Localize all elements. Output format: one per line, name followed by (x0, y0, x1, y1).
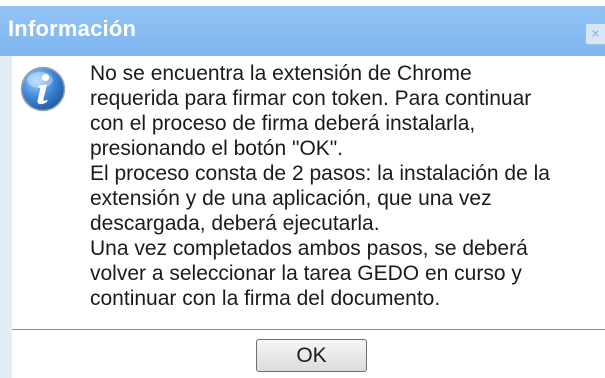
dialog-title: Información (8, 16, 137, 41)
message-line: No se encuentra la extensión de Chrome (90, 62, 472, 85)
dialog-body: No se encuentra la extensión de Chrome re… (12, 56, 605, 378)
ok-button[interactable]: OK (256, 339, 367, 372)
close-button[interactable]: × (585, 23, 605, 45)
message-line: descargada, deberá ejecutarla. (90, 212, 380, 235)
message-line: requerida para firmar con token. Para co… (90, 87, 532, 110)
dialog-titlebar[interactable]: Información × (0, 6, 605, 56)
message-line: El proceso consta de 2 pasos: la instala… (90, 162, 550, 185)
message-line: extensión y de una aplicación, que una v… (90, 187, 492, 210)
dialog-message: No se encuentra la extensión de Chrome re… (90, 61, 595, 311)
message-line: Una vez completados ambos pasos, se debe… (90, 237, 528, 260)
message-line: con el proceso de firma deberá instalarl… (90, 112, 476, 135)
close-icon: × (591, 25, 600, 41)
message-line: presionando el botón "OK". (90, 137, 344, 160)
message-line: volver a seleccionar la tarea GEDO en cu… (90, 262, 522, 285)
info-icon (20, 66, 66, 112)
footer-divider (12, 329, 605, 330)
info-dialog: Información × No se encuentra la extensi… (0, 6, 605, 378)
message-line: continuar con la firma del documento. (90, 287, 441, 310)
